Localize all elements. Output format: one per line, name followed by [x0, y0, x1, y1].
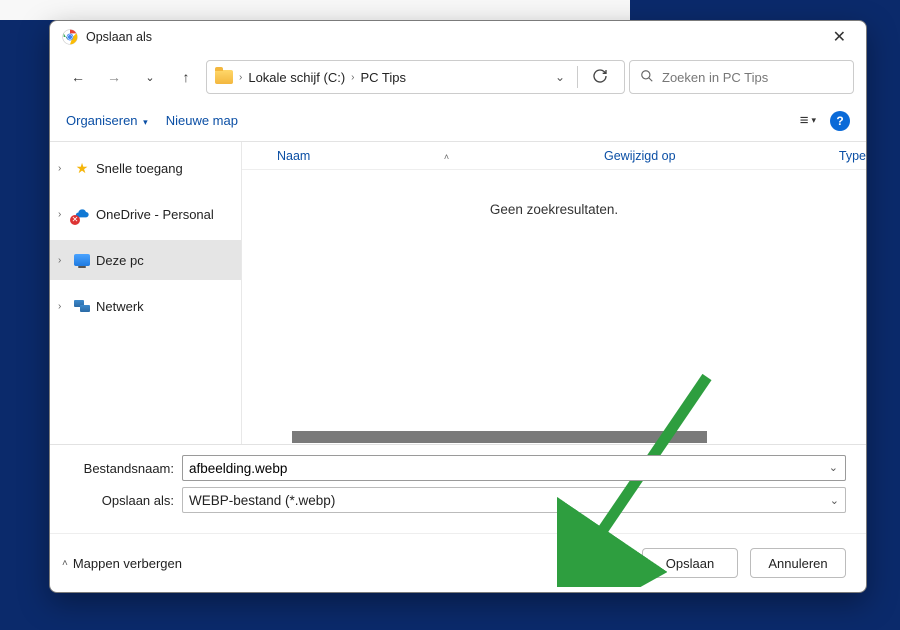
sidebar-item-onedrive[interactable]: › ✕ OneDrive - Personal — [50, 194, 241, 234]
column-headers: Naam ˄ Gewijzigd op Type — [242, 142, 866, 170]
chevron-down-icon: ⌄ — [830, 494, 839, 507]
breadcrumb-current[interactable]: PC Tips — [361, 70, 407, 85]
sort-asc-icon: ˄ — [444, 152, 449, 162]
empty-message: Geen zoekresultaten. — [242, 170, 866, 430]
monitor-icon — [74, 252, 90, 268]
search-icon — [640, 69, 654, 86]
chevron-down-icon[interactable]: ⌄ — [829, 461, 838, 474]
nav-row: ← → ⌄ ↑ › Lokale schijf (C:) › PC Tips ⌄… — [50, 53, 866, 101]
search-input[interactable]: Zoeken in PC Tips — [629, 60, 854, 94]
nav-forward-button[interactable]: → — [98, 61, 130, 93]
body: › ★ Snelle toegang › ✕ OneDrive - Person… — [50, 141, 866, 444]
horizontal-scrollbar[interactable] — [242, 430, 866, 444]
caret-down-icon: ▾ — [143, 117, 148, 127]
caret-up-icon: ˄ — [62, 558, 68, 569]
chevron-right-icon: › — [58, 255, 68, 266]
footer: ˄ Mappen verbergen Opslaan Annuleren — [50, 533, 866, 592]
error-badge-icon: ✕ — [70, 215, 80, 225]
chevron-down-icon[interactable]: ⌄ — [549, 70, 571, 84]
toolbar: Organiseren ▾ Nieuwe map ≡ ▾ ? — [50, 101, 866, 141]
filename-input[interactable] — [182, 455, 846, 481]
filetype-select[interactable]: WEBP-bestand (*.webp) ⌄ — [182, 487, 846, 513]
breadcrumb-root[interactable]: Lokale schijf (C:) — [248, 70, 345, 85]
column-date[interactable]: Gewijzigd op — [604, 149, 839, 163]
view-mode-button[interactable]: ≡ ▾ — [800, 112, 816, 129]
hide-folders-toggle[interactable]: ˄ Mappen verbergen — [62, 556, 182, 571]
breadcrumb[interactable]: › Lokale schijf (C:) › PC Tips ⌄ — [206, 60, 625, 94]
sidebar: › ★ Snelle toegang › ✕ OneDrive - Person… — [50, 142, 242, 444]
refresh-button[interactable] — [584, 68, 616, 87]
folder-icon — [215, 70, 233, 84]
help-button[interactable]: ? — [830, 111, 850, 131]
sidebar-item-network[interactable]: › Netwerk — [50, 286, 241, 326]
chevron-right-icon: › — [351, 72, 354, 83]
close-button[interactable]: ✕ — [825, 25, 854, 49]
nav-recent-button[interactable]: ⌄ — [134, 61, 166, 93]
sidebar-item-this-pc[interactable]: › Deze pc — [50, 240, 241, 280]
list-icon: ≡ — [800, 112, 809, 129]
dialog-title: Opslaan als — [86, 30, 152, 44]
cloud-icon: ✕ — [74, 206, 90, 222]
save-as-dialog: Opslaan als ✕ ← → ⌄ ↑ › Lokale schijf (C… — [49, 20, 867, 593]
chevron-right-icon: › — [239, 72, 242, 83]
nav-back-button[interactable]: ← — [62, 61, 94, 93]
file-list: Naam ˄ Gewijzigd op Type Geen zoekresult… — [242, 142, 866, 444]
cancel-button[interactable]: Annuleren — [750, 548, 846, 578]
save-fields: Bestandsnaam: ⌄ Opslaan als: WEBP-bestan… — [50, 444, 866, 533]
network-icon — [74, 300, 90, 312]
save-button[interactable]: Opslaan — [642, 548, 738, 578]
chevron-right-icon: › — [58, 301, 68, 312]
sidebar-item-quick-access[interactable]: › ★ Snelle toegang — [50, 148, 241, 188]
caret-down-icon: ▾ — [811, 115, 816, 126]
filetype-label: Opslaan als: — [70, 493, 182, 508]
column-type[interactable]: Type — [839, 149, 866, 163]
new-folder-button[interactable]: Nieuwe map — [166, 113, 238, 128]
chevron-right-icon: › — [58, 209, 68, 220]
column-name[interactable]: Naam ˄ — [277, 149, 604, 163]
titlebar: Opslaan als ✕ — [50, 21, 866, 53]
search-placeholder: Zoeken in PC Tips — [662, 70, 768, 85]
organize-menu[interactable]: Organiseren ▾ — [66, 113, 148, 128]
star-icon: ★ — [74, 160, 90, 176]
filename-label: Bestandsnaam: — [70, 461, 182, 476]
chevron-right-icon: › — [58, 163, 68, 174]
chrome-icon — [62, 29, 78, 45]
nav-up-button[interactable]: ↑ — [170, 61, 202, 93]
